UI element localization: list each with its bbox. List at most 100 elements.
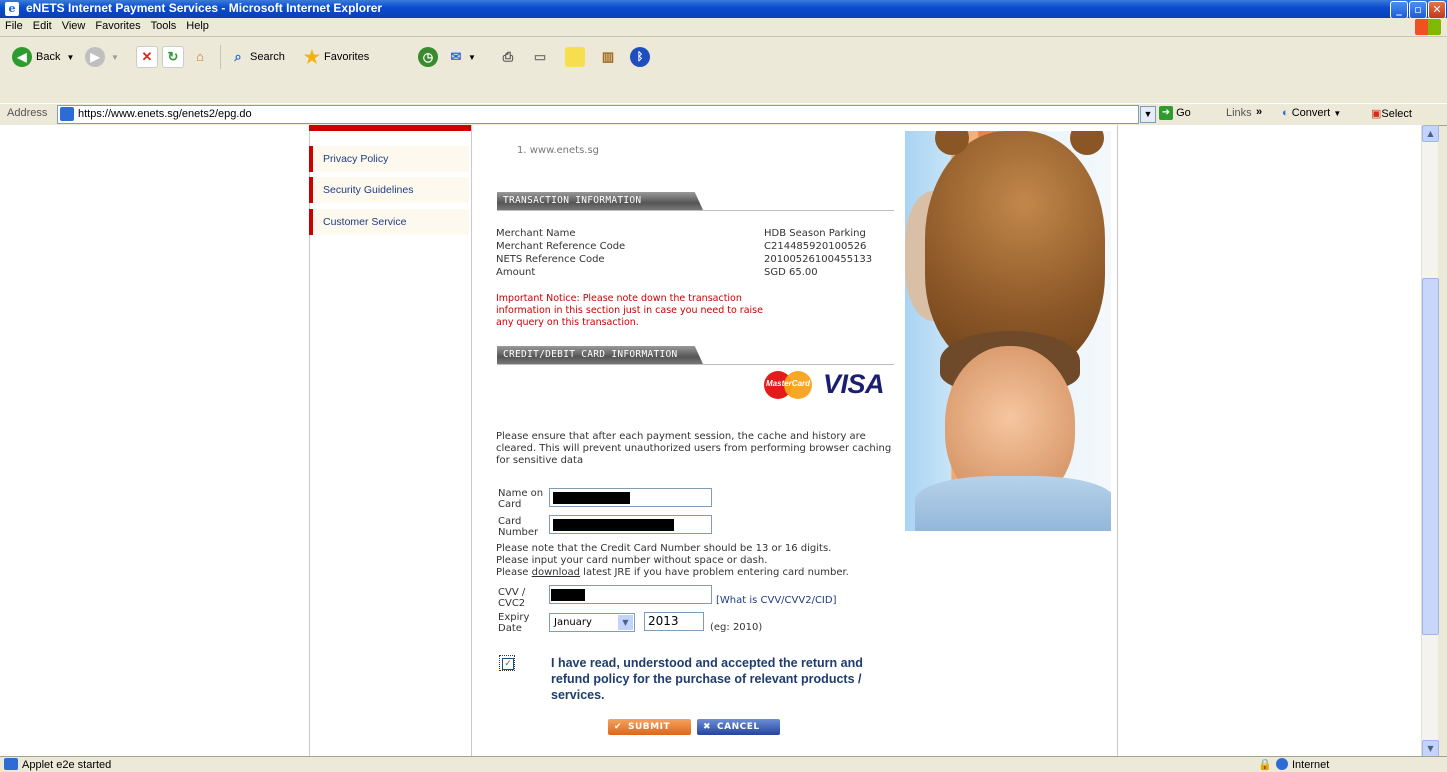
convert-icon: ◐ [1282, 107, 1289, 119]
merchant-name-value: HDB Season Parking [764, 228, 866, 239]
cancel-x-icon: ✖ [702, 722, 712, 732]
redacted-card-number [553, 519, 674, 531]
expiry-label: Expiry Date [498, 612, 530, 634]
page-icon [60, 107, 74, 121]
select-button[interactable]: ▣Select [1371, 107, 1412, 120]
toolbar: ◀ Back ▼ ▶ ▼ ✕ ↻ ⌂ ⌕ Search ★ Favorites … [0, 37, 1447, 103]
go-arrow-icon: ➜ [1159, 106, 1173, 120]
card-number-label: Card Number [498, 516, 539, 538]
menu-bar: File Edit View Favorites Tools Help [0, 18, 1447, 37]
stop-icon: ✕ [136, 46, 158, 68]
bluetooth-icon: ᛒ [630, 47, 650, 67]
chevron-right-icon[interactable]: » [1256, 106, 1262, 118]
cache-notice: Please ensure that after each payment se… [496, 431, 892, 466]
page-status-icon [4, 758, 18, 770]
check-icon: ✓ [502, 658, 514, 670]
go-label: Go [1176, 106, 1191, 119]
footnote: 1. www.enets.sg [517, 145, 600, 156]
accept-policy-checkbox[interactable]: ✓ [499, 655, 515, 671]
forward-arrow-icon: ▶ [85, 47, 105, 67]
amount-label: Amount [496, 267, 536, 278]
print-button[interactable]: ⎙ [498, 45, 518, 69]
sidebar-item-customer-service[interactable]: Customer Service [309, 209, 469, 235]
submit-button[interactable]: ✔ SUBMIT [608, 719, 691, 735]
ie-logo-icon: e [5, 2, 19, 16]
history-icon: ◷ [418, 47, 438, 67]
vertical-scrollbar[interactable]: ▲ ▼ [1421, 125, 1439, 757]
cvv-input[interactable] [549, 585, 712, 604]
card-notes: Please note that the Credit Card Number … [496, 543, 849, 579]
search-button[interactable]: ⌕ Search [228, 45, 285, 69]
convert-button[interactable]: ◐ Convert ▼ [1282, 107, 1341, 119]
research-button[interactable]: ▥ [598, 45, 618, 69]
transaction-section-header: TRANSACTION INFORMATION [497, 192, 703, 210]
favorites-button[interactable]: ★ Favorites [302, 45, 369, 69]
address-dropdown-button[interactable]: ▼ [1140, 106, 1156, 123]
card-header-rule [497, 364, 894, 365]
expiry-hint: (eg: 2010) [710, 622, 763, 633]
cancel-button[interactable]: ✖ CANCEL [697, 719, 780, 735]
nets-ref-label: NETS Reference Code [496, 254, 605, 265]
favorites-label: Favorites [324, 51, 370, 63]
menu-file[interactable]: File [0, 18, 28, 34]
bluetooth-button[interactable]: ᛒ [630, 45, 650, 69]
merchant-ref-value: C214485920100526 [764, 241, 867, 252]
address-label: Address [7, 107, 48, 119]
mail-icon: ✉ [450, 49, 462, 64]
merchant-name-label: Merchant Name [496, 228, 576, 239]
edit-button[interactable]: ▭ [530, 45, 550, 69]
forward-button[interactable]: ▶ ▼ [85, 45, 119, 69]
card-section-header: CREDIT/DEBIT CARD INFORMATION [497, 346, 703, 364]
expiry-month-select[interactable]: January ▼ [549, 613, 635, 632]
menu-view[interactable]: View [57, 18, 91, 34]
home-button[interactable]: ⌂ [190, 45, 210, 69]
minimize-button[interactable]: _ [1390, 1, 1408, 19]
menu-favorites[interactable]: Favorites [90, 18, 145, 34]
card-number-input[interactable] [549, 515, 712, 534]
back-button[interactable]: ◀ Back ▼ [12, 45, 74, 69]
address-input[interactable]: https://www.enets.sg/enets2/epg.do [57, 105, 1139, 124]
select-icon: ▣ [1371, 108, 1382, 120]
home-icon: ⌂ [196, 49, 204, 64]
maximize-button[interactable]: ▫ [1409, 1, 1427, 19]
window-title: eNETS Internet Payment Services - Micros… [26, 1, 383, 15]
menu-tools[interactable]: Tools [146, 18, 182, 34]
address-bar: Address https://www.enets.sg/enets2/epg.… [0, 103, 1447, 126]
history-button[interactable]: ◷ [418, 45, 438, 69]
title-bar: e eNETS Internet Payment Services - Micr… [0, 0, 1447, 19]
scroll-up-icon[interactable]: ▲ [1422, 125, 1439, 142]
address-url: https://www.enets.sg/enets2/epg.do [78, 108, 252, 120]
go-button[interactable]: ➜ Go [1159, 106, 1191, 120]
visa-logo: VISA [823, 369, 885, 399]
scroll-down-icon[interactable]: ▼ [1422, 740, 1439, 757]
name-on-card-input[interactable] [549, 488, 712, 507]
notes-icon [565, 47, 585, 67]
close-button[interactable]: ✕ [1428, 1, 1446, 19]
important-notice: Important Notice: Please note down the t… [496, 293, 763, 328]
print-icon: ⎙ [502, 49, 514, 64]
status-text: Applet e2e started [22, 759, 112, 771]
what-is-cvv-link[interactable]: [What is CVV/CVV2/CID] [716, 595, 836, 606]
scroll-thumb[interactable] [1422, 278, 1439, 635]
page-viewport: Privacy Policy Security Guidelines Custo… [0, 125, 1421, 756]
sidebar-item-security-guidelines[interactable]: Security Guidelines [309, 177, 469, 203]
menu-edit[interactable]: Edit [28, 18, 57, 34]
name-on-card-label: Name on Card [498, 488, 544, 510]
toolbar-separator [220, 45, 221, 69]
note-no-spaces: Please input your card number without sp… [496, 555, 768, 566]
search-label: Search [250, 51, 285, 63]
sidebar-item-privacy-policy[interactable]: Privacy Policy [309, 146, 469, 172]
status-bar: Applet e2e started 🔒 Internet [0, 756, 1447, 772]
ie-window: e eNETS Internet Payment Services - Micr… [0, 0, 1447, 772]
center-column-border [471, 125, 472, 756]
submit-check-icon: ✔ [613, 722, 623, 732]
menu-help[interactable]: Help [181, 18, 214, 34]
notes-button[interactable] [565, 45, 585, 69]
stop-button[interactable]: ✕ [136, 45, 158, 69]
mail-button[interactable]: ✉ ▼ [446, 45, 476, 69]
expiry-year-input[interactable]: 2013 [644, 612, 704, 631]
links-label[interactable]: Links [1226, 107, 1252, 119]
redacted-cvv [551, 589, 585, 601]
refresh-button[interactable]: ↻ [162, 45, 184, 69]
download-link[interactable]: download [532, 567, 580, 578]
